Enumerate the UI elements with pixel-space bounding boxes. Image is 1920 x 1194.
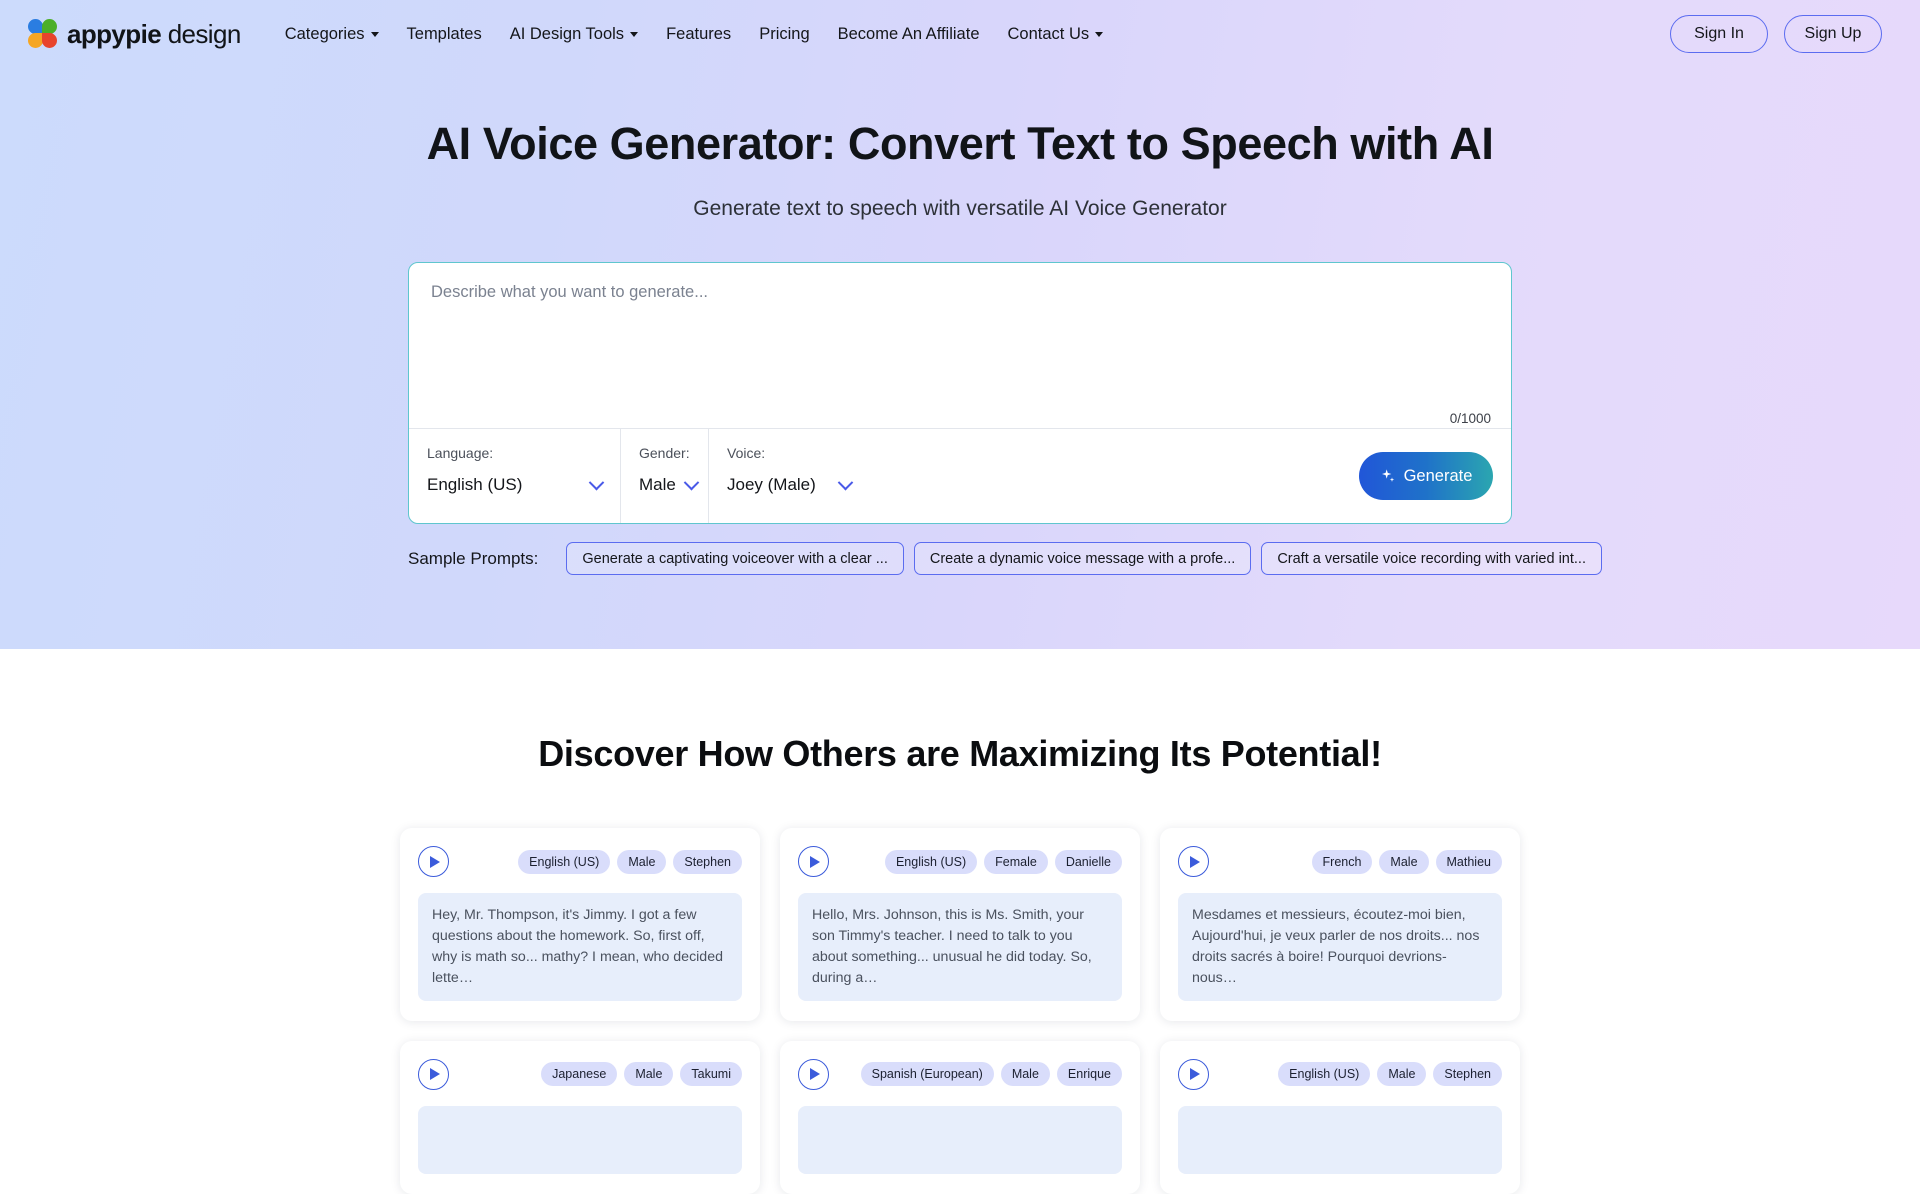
play-icon[interactable] — [798, 846, 829, 877]
sparkle-icon — [1381, 469, 1394, 482]
nav-item-label: Categories — [284, 24, 365, 43]
play-icon[interactable] — [798, 1058, 829, 1090]
voice-sample-card[interactable]: French Male Mathieu Mesdames et messieur… — [1160, 828, 1520, 1021]
tag-voice: Mathieu — [1435, 849, 1502, 874]
brand-name: appypie design — [67, 19, 241, 50]
language-value: English (US) — [427, 475, 523, 494]
sample-prompt-chip[interactable]: Create a dynamic voice message with a pr… — [913, 542, 1252, 575]
showcase-title: Discover How Others are Maximizing Its P… — [538, 733, 1382, 774]
play-icon[interactable] — [1178, 1058, 1209, 1090]
tag-voice: Stephen — [673, 849, 742, 874]
chevron-down-icon — [630, 31, 639, 37]
voice-sample-text — [1178, 1105, 1502, 1174]
sign-up-button[interactable]: Sign Up — [1784, 15, 1882, 53]
tag-group: English (US) Male Stephen — [518, 849, 742, 874]
tag-group: English (US) Female Danielle — [884, 849, 1122, 874]
nav-item-label: Pricing — [759, 24, 810, 43]
sample-prompt-chip[interactable]: Generate a captivating voiceover with a … — [566, 542, 904, 575]
nav-links: Categories Templates AI Design Tools Fea… — [271, 25, 1117, 44]
tag-gender: Male — [1379, 849, 1429, 874]
language-select[interactable]: Language: English (US) — [409, 429, 621, 523]
play-icon[interactable] — [418, 1058, 449, 1090]
generator-card: Describe what you want to generate... 0/… — [408, 262, 1512, 524]
tag-gender: Male — [1000, 1062, 1050, 1086]
gender-value: Male — [639, 475, 676, 494]
nav-item-label: Features — [666, 24, 732, 43]
appypie-flower-logo-icon — [28, 19, 58, 49]
gender-label: Gender: — [639, 445, 690, 461]
generator-controls: Language: English (US) Gender: Male Voic… — [409, 428, 1511, 523]
nav-item-contact-us[interactable]: Contact Us — [994, 25, 1118, 44]
tag-language: English (US) — [1278, 1062, 1371, 1086]
tag-gender: Male — [617, 849, 667, 874]
voice-sample-card[interactable]: English (US) Female Danielle Hello, Mrs.… — [780, 828, 1140, 1021]
voice-value: Joey (Male) — [727, 475, 816, 494]
sample-prompt-chip[interactable]: Craft a versatile voice recording with v… — [1261, 542, 1602, 575]
auth-buttons: Sign In Sign Up — [1670, 15, 1892, 53]
voice-sample-card[interactable]: Japanese Male Takumi — [400, 1040, 760, 1194]
tag-gender: Male — [624, 1062, 674, 1086]
voice-sample-card[interactable]: English (US) Male Stephen Hey, Mr. Thomp… — [400, 828, 760, 1021]
page-title: AI Voice Generator: Convert Text to Spee… — [426, 118, 1494, 169]
nav-item-label: Templates — [406, 24, 482, 43]
character-counter: 0/1000 — [1449, 411, 1491, 426]
voice-sample-text: Hey, Mr. Thompson, it's Jimmy. I got a f… — [418, 893, 742, 1001]
page-subtitle: Generate text to speech with versatile A… — [693, 197, 1227, 220]
chevron-down-icon — [1095, 31, 1104, 37]
nav-item-label: Become An Affiliate — [837, 24, 980, 43]
voice-select[interactable]: Voice: Joey (Male) — [709, 429, 869, 523]
voice-sample-card[interactable]: English (US) Male Stephen — [1160, 1040, 1520, 1194]
tag-group: French Male Mathieu — [1311, 849, 1502, 874]
brand-logo[interactable]: appypie design — [28, 19, 241, 50]
tag-gender: Male — [1377, 1062, 1427, 1086]
play-icon[interactable] — [1178, 846, 1209, 877]
voice-label: Voice: — [727, 445, 766, 461]
language-label: Language: — [427, 445, 494, 461]
nav-item-label: AI Design Tools — [509, 24, 625, 43]
nav-item-categories[interactable]: Categories — [271, 25, 393, 44]
voice-sample-text — [798, 1105, 1122, 1174]
tag-voice: Danielle — [1054, 849, 1122, 874]
brand-name-light: design — [167, 18, 242, 49]
sample-prompts: Sample Prompts: Generate a captivating v… — [408, 542, 1602, 575]
tag-voice: Enrique — [1056, 1062, 1122, 1086]
voice-sample-text — [418, 1105, 742, 1174]
sign-in-button[interactable]: Sign In — [1670, 15, 1768, 53]
play-icon[interactable] — [418, 846, 449, 877]
generate-button[interactable]: Generate — [1359, 452, 1493, 500]
gender-select[interactable]: Gender: Male — [621, 429, 709, 523]
voice-sample-card[interactable]: Spanish (European) Male Enrique — [780, 1040, 1140, 1194]
tag-gender: Female — [984, 849, 1048, 874]
tag-voice: Stephen — [1433, 1062, 1502, 1086]
voice-sample-text: Mesdames et messieurs, écoutez-moi bien,… — [1178, 893, 1502, 1001]
nav-item-ai-design-tools[interactable]: AI Design Tools — [496, 25, 652, 44]
prompt-textarea[interactable]: Describe what you want to generate... 0/… — [409, 263, 1511, 428]
generate-button-label: Generate — [1403, 466, 1473, 485]
tag-language: French — [1311, 849, 1373, 874]
tag-language: English (US) — [884, 849, 978, 874]
voice-sample-text: Hello, Mrs. Johnson, this is Ms. Smith, … — [798, 893, 1122, 1001]
brand-name-bold: appypie — [67, 18, 162, 49]
tag-group: Spanish (European) Male Enrique — [860, 1062, 1122, 1086]
chevron-down-icon — [683, 474, 700, 490]
prompt-placeholder: Describe what you want to generate... — [431, 283, 708, 301]
tag-group: English (US) Male Stephen — [1278, 1062, 1502, 1086]
tag-group: Japanese Male Takumi — [541, 1062, 742, 1086]
nav-item-label: Contact Us — [1007, 24, 1090, 43]
tag-language: Spanish (European) — [860, 1062, 994, 1086]
nav-item-templates[interactable]: Templates — [393, 25, 496, 44]
chevron-down-icon — [370, 31, 379, 37]
generate-button-wrap: Generate — [1359, 429, 1511, 523]
nav-item-pricing[interactable]: Pricing — [745, 25, 823, 44]
tag-language: English (US) — [518, 849, 611, 874]
sample-prompts-label: Sample Prompts: — [408, 548, 539, 568]
nav-item-features[interactable]: Features — [652, 25, 745, 44]
tag-voice: Takumi — [680, 1062, 742, 1086]
voice-samples-grid: English (US) Male Stephen Hey, Mr. Thomp… — [400, 828, 1520, 1194]
chevron-down-icon — [837, 474, 854, 490]
nav-item-become-an-affiliate[interactable]: Become An Affiliate — [824, 25, 994, 44]
top-navbar: appypie design Categories Templates AI D… — [0, 0, 1920, 68]
chevron-down-icon — [588, 474, 605, 490]
tag-language: Japanese — [541, 1062, 618, 1086]
